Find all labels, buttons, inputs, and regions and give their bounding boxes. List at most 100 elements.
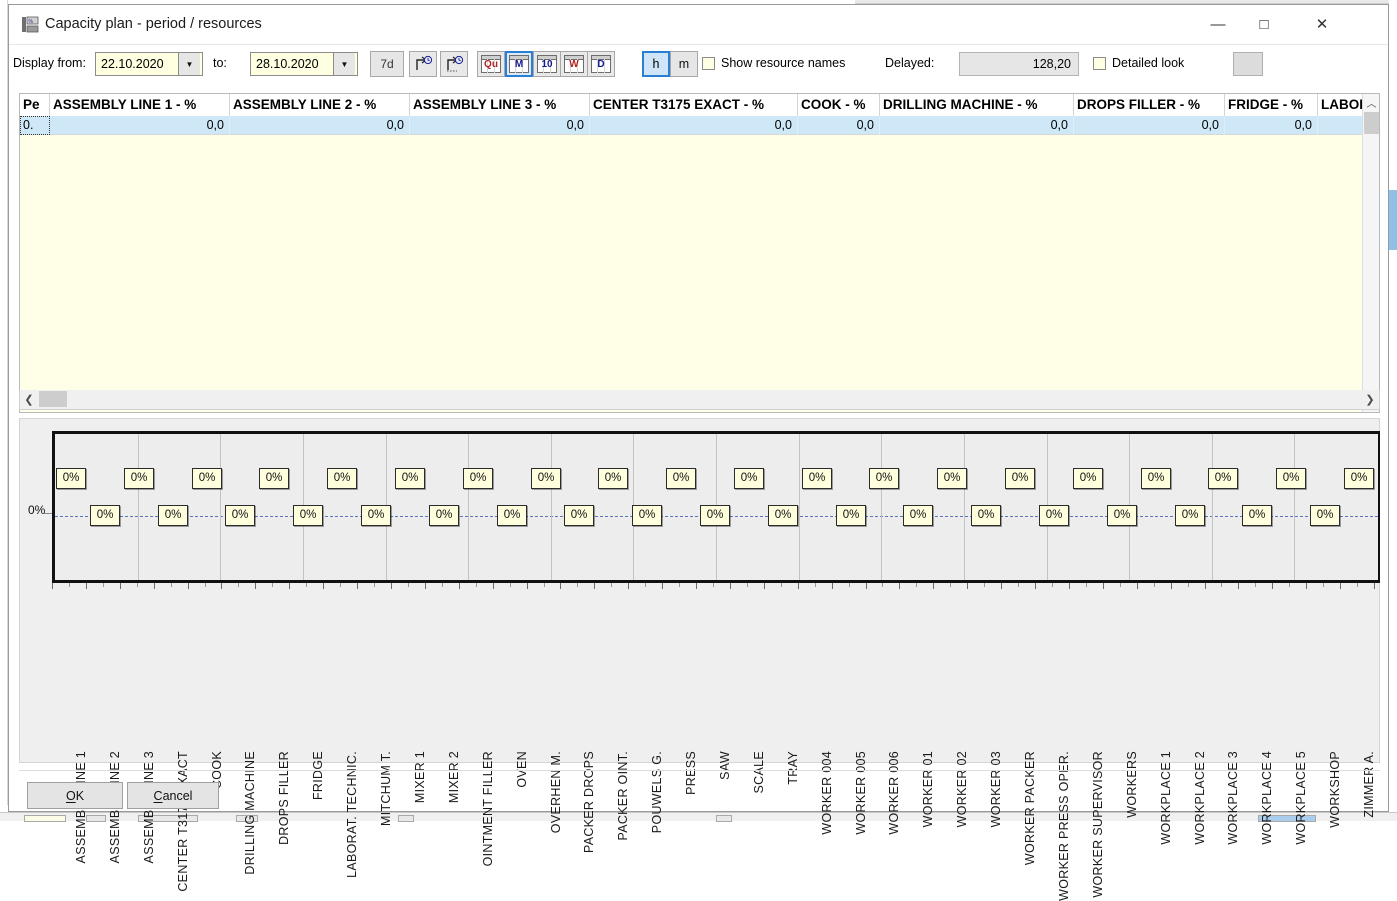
x-axis-tick (1035, 583, 1036, 589)
chart-value-label: 0% (395, 468, 425, 489)
x-axis-label: CENTER T3175 EXACT (176, 751, 190, 892)
background-right-strip (1389, 0, 1397, 812)
capacity-chart: 0% 0% 0% 0% 0% 0% 0% 0% 0% 0% 0% 0% 0% 0% 0% 0% 0% 0% 0% 0… (19, 418, 1380, 901)
x-axis-tick (1103, 583, 1104, 589)
date-to-input[interactable] (251, 53, 333, 75)
period-day-letter: D (597, 59, 605, 70)
color-swatch-button[interactable] (1233, 52, 1263, 76)
x-axis-label: WORKER 02 (955, 751, 969, 828)
grid-empty-body (20, 136, 1379, 412)
x-axis-tick (730, 583, 731, 589)
shift-period-back-glyph (416, 55, 433, 70)
period-week-button[interactable]: W (560, 51, 588, 77)
x-axis-tick (255, 583, 256, 589)
table-row[interactable]: 0. 0,0 0,0 0,0 0,0 0,0 0,0 0,0 0,0 (20, 116, 1379, 135)
background-bottom-toolbar (0, 812, 1397, 822)
hscroll-thumb[interactable] (39, 391, 67, 407)
grid-cell[interactable]: 0. (20, 116, 50, 135)
grid-cell[interactable]: 0,0 (50, 116, 230, 135)
grid-column-header[interactable]: DROPS FILLER - % (1074, 94, 1225, 116)
shift-period-forward-icon[interactable] (440, 51, 468, 77)
x-axis-tick (289, 583, 290, 589)
x-axis-tick (1306, 583, 1307, 589)
chart-value-label: 0% (158, 505, 188, 526)
x-axis-label: WORKER 005 (854, 751, 868, 835)
cancel-button[interactable]: Cancel (127, 782, 219, 809)
chart-value-label: 0% (1005, 468, 1035, 489)
chart-plot-area: 0% 0% 0% 0% 0% 0% 0% 0% 0% 0% 0% 0% 0% 0% 0% 0% 0% 0% 0% 0%… (52, 431, 1380, 583)
x-axis-minor-tick (137, 583, 138, 587)
x-axis-minor-tick (713, 583, 714, 587)
x-axis-tick (527, 583, 528, 589)
grid-vertical-scrollbar[interactable]: ︿ ﹀ (1362, 94, 1379, 412)
date-from-input[interactable] (96, 53, 178, 75)
chart-value-label: 0% (531, 468, 561, 489)
grid-cell[interactable]: 0,0 (410, 116, 590, 135)
close-button[interactable]: ✕ (1299, 5, 1345, 43)
x-axis-label: ZIMMER A. (1362, 751, 1376, 818)
grid-column-header[interactable]: COOK - % (798, 94, 880, 116)
x-axis-minor-tick (611, 583, 612, 587)
grid-column-header[interactable]: ASSEMBLY LINE 3 - % (410, 94, 590, 116)
shift-period-back-icon[interactable] (409, 51, 437, 77)
x-axis-label: MIXER 2 (447, 751, 461, 804)
grid-column-header[interactable]: FRIDGE - % (1225, 94, 1318, 116)
x-axis-tick (1069, 583, 1070, 589)
unit-hours-button[interactable]: h (642, 51, 670, 77)
x-axis-tick (188, 583, 189, 589)
ok-button[interactable]: OK (27, 782, 123, 809)
date-from-field[interactable]: ▼ (95, 52, 203, 76)
period-quarter-button[interactable]: Qu (477, 51, 505, 77)
delayed-value: 128,20 (959, 52, 1079, 76)
grid-cell[interactable]: 0,0 (1074, 116, 1225, 135)
grid-cell[interactable]: 0,0 (590, 116, 798, 135)
date-to-field[interactable]: ▼ (250, 52, 358, 76)
x-axis-label: PACKER OINT. (616, 751, 630, 841)
maximize-button[interactable]: □ (1241, 5, 1287, 43)
x-axis-tick (86, 583, 87, 589)
grid-cell[interactable]: 0,0 (880, 116, 1074, 135)
chevron-up-icon[interactable]: ︿ (1363, 94, 1379, 111)
x-axis-label: WORKPLACE 1 (1159, 751, 1173, 845)
grid-column-header[interactable]: Pe (20, 94, 50, 116)
x-axis-minor-tick (476, 583, 477, 587)
chart-value-label: 0% (1073, 468, 1103, 489)
grid-horizontal-scrollbar[interactable]: ❮ ❯ (19, 390, 1380, 410)
x-axis-tick (899, 583, 900, 589)
unit-minutes-button[interactable]: m (670, 51, 698, 77)
grid-column-header[interactable]: ASSEMBLY LINE 1 - % (50, 94, 230, 116)
x-axis-minor-tick (1120, 583, 1121, 587)
grid-column-header[interactable]: DRILLING MACHINE - % (880, 94, 1074, 116)
chevron-left-icon[interactable]: ❮ (20, 390, 38, 408)
background-left-strip (0, 0, 8, 805)
x-axis-minor-tick (544, 583, 545, 587)
chart-value-label: 0% (666, 468, 696, 489)
chart-value-label: 0% (1276, 468, 1306, 489)
period-month-button[interactable]: M (505, 51, 533, 77)
cancel-label: Cancel (153, 788, 193, 803)
grid-week-icon: W (564, 55, 584, 73)
period-decade-button[interactable]: 10 (533, 51, 561, 77)
x-axis-minor-tick (171, 583, 172, 587)
chart-value-label: 0% (1208, 468, 1238, 489)
chart-value-label: 0% (259, 468, 289, 489)
minimize-button[interactable]: — (1195, 5, 1241, 43)
grid-cell[interactable]: 0,0 (230, 116, 410, 135)
period-day-button[interactable]: D (587, 51, 615, 77)
show-resource-names-checkbox[interactable] (702, 57, 715, 70)
x-axis-minor-tick (103, 583, 104, 587)
grid-column-header[interactable]: ASSEMBLY LINE 2 - % (230, 94, 410, 116)
x-axis-tick (1001, 583, 1002, 589)
grid-column-header[interactable]: CENTER T3175 EXACT - % (590, 94, 798, 116)
grid-cell[interactable]: 0,0 (1225, 116, 1318, 135)
vscroll-thumb[interactable] (1364, 112, 1379, 134)
chevron-down-icon[interactable]: ▼ (333, 53, 355, 75)
x-axis-minor-tick (1086, 583, 1087, 587)
x-axis-label: WORKPLACE 4 (1260, 751, 1274, 845)
range-7d-button[interactable]: 7d (370, 51, 404, 77)
grid-cell[interactable]: 0,0 (798, 116, 880, 135)
x-axis-tick (967, 583, 968, 589)
chevron-down-icon[interactable]: ▼ (178, 53, 200, 75)
chevron-right-icon[interactable]: ❯ (1361, 390, 1379, 408)
detailed-look-checkbox[interactable] (1093, 57, 1106, 70)
